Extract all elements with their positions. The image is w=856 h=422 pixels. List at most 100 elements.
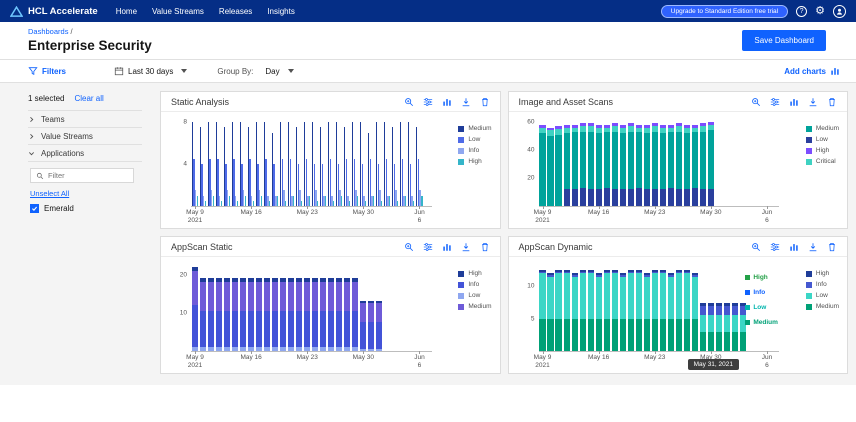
save-dashboard-button[interactable]: Save Dashboard bbox=[742, 30, 826, 51]
bar-high[interactable] bbox=[293, 196, 294, 207]
bar-low[interactable] bbox=[580, 188, 586, 206]
bar-medium[interactable] bbox=[200, 282, 206, 311]
bar-info[interactable] bbox=[612, 272, 618, 274]
bar-high[interactable] bbox=[333, 201, 334, 206]
bar-info[interactable] bbox=[604, 272, 610, 274]
bar-low[interactable] bbox=[708, 315, 714, 331]
bar-medium[interactable] bbox=[588, 319, 594, 351]
bar-low[interactable] bbox=[352, 347, 358, 351]
sidebar-section-applications[interactable]: Applications bbox=[28, 145, 142, 162]
bar-info[interactable] bbox=[240, 311, 246, 347]
bar-medium[interactable] bbox=[547, 136, 553, 206]
bar-high[interactable] bbox=[357, 196, 358, 207]
bar-low[interactable] bbox=[724, 315, 730, 331]
chart-type-icon[interactable] bbox=[789, 97, 799, 107]
bar-info[interactable] bbox=[328, 311, 334, 347]
bar-medium[interactable] bbox=[636, 319, 642, 351]
bar-critical[interactable] bbox=[572, 128, 578, 132]
bar-medium[interactable] bbox=[288, 282, 294, 311]
bar-medium[interactable] bbox=[692, 132, 698, 188]
bar-info[interactable] bbox=[304, 311, 310, 347]
bar-low[interactable] bbox=[240, 347, 246, 351]
bar-medium[interactable] bbox=[684, 319, 690, 351]
bar-info[interactable] bbox=[539, 272, 545, 274]
chart-type-icon[interactable] bbox=[442, 242, 452, 252]
bar-high[interactable] bbox=[684, 125, 690, 128]
chart-type-icon[interactable] bbox=[789, 242, 799, 252]
bar-high[interactable] bbox=[708, 303, 714, 306]
bar-low[interactable] bbox=[256, 347, 262, 351]
bar-high[interactable] bbox=[700, 303, 706, 306]
delete-icon[interactable] bbox=[480, 242, 490, 252]
bar-high[interactable] bbox=[253, 201, 254, 206]
bar-high[interactable] bbox=[360, 301, 366, 303]
download-icon[interactable] bbox=[808, 97, 818, 107]
bar-critical[interactable] bbox=[700, 126, 706, 132]
bar-info[interactable] bbox=[668, 275, 674, 277]
delete-icon[interactable] bbox=[480, 97, 490, 107]
bar-info[interactable] bbox=[296, 311, 302, 347]
bar-low[interactable] bbox=[668, 188, 674, 206]
bar-low[interactable] bbox=[224, 347, 230, 351]
breadcrumb-dashboards-link[interactable]: Dashboards bbox=[28, 27, 68, 36]
bar-medium[interactable] bbox=[644, 133, 650, 189]
bar-low[interactable] bbox=[192, 347, 198, 351]
bar-high[interactable] bbox=[620, 273, 626, 274]
bar-low[interactable] bbox=[304, 347, 310, 351]
bar-high[interactable] bbox=[636, 125, 642, 128]
bar-medium[interactable] bbox=[272, 282, 278, 311]
bar-medium[interactable] bbox=[724, 332, 730, 351]
bar-low[interactable] bbox=[612, 189, 618, 206]
filters-button[interactable]: Filters bbox=[28, 66, 66, 76]
application-checkbox-emerald[interactable]: Emerald bbox=[30, 202, 142, 215]
bar-medium[interactable] bbox=[652, 132, 658, 189]
bar-medium[interactable] bbox=[628, 319, 634, 351]
bar-critical[interactable] bbox=[660, 128, 666, 134]
bar-medium[interactable] bbox=[360, 303, 366, 322]
bar-high[interactable] bbox=[692, 125, 698, 128]
bar-high[interactable] bbox=[676, 123, 682, 126]
bar-info[interactable] bbox=[732, 306, 738, 316]
bar-low[interactable] bbox=[200, 347, 206, 351]
bar-info[interactable] bbox=[320, 311, 326, 347]
bar-critical[interactable] bbox=[596, 128, 602, 134]
bar-medium[interactable] bbox=[224, 282, 230, 311]
bar-high[interactable] bbox=[301, 201, 302, 206]
bar-high[interactable] bbox=[652, 270, 658, 271]
bar-high[interactable] bbox=[232, 278, 238, 282]
bar-info[interactable] bbox=[272, 311, 278, 347]
bar-high[interactable] bbox=[405, 196, 406, 207]
bar-high[interactable] bbox=[660, 270, 666, 271]
bar-low[interactable] bbox=[636, 188, 642, 206]
bar-low[interactable] bbox=[660, 273, 666, 318]
bar-info[interactable] bbox=[700, 306, 706, 316]
bar-info[interactable] bbox=[248, 311, 254, 347]
bar-high[interactable] bbox=[564, 125, 570, 128]
bar-high[interactable] bbox=[636, 270, 642, 271]
bar-medium[interactable] bbox=[612, 319, 618, 351]
bar-low[interactable] bbox=[368, 349, 374, 351]
bar-critical[interactable] bbox=[612, 126, 618, 132]
bar-high[interactable] bbox=[413, 201, 414, 206]
bar-high[interactable] bbox=[285, 201, 286, 206]
bar-low[interactable] bbox=[572, 189, 578, 206]
bar-high[interactable] bbox=[676, 270, 682, 271]
bar-medium[interactable] bbox=[676, 132, 682, 189]
bar-high[interactable] bbox=[539, 125, 545, 128]
bar-low[interactable] bbox=[620, 189, 626, 206]
bar-low[interactable] bbox=[660, 189, 666, 206]
bar-low[interactable] bbox=[644, 189, 650, 206]
bar-info[interactable] bbox=[547, 275, 553, 277]
bar-info[interactable] bbox=[216, 311, 222, 347]
clear-all-link[interactable]: Clear all bbox=[74, 94, 103, 103]
applications-filter-field[interactable] bbox=[30, 168, 134, 183]
bar-high[interactable] bbox=[237, 201, 238, 206]
bar-high[interactable] bbox=[328, 278, 334, 282]
bar-info[interactable] bbox=[192, 305, 198, 347]
bar-high[interactable] bbox=[373, 196, 374, 207]
bar-high[interactable] bbox=[264, 278, 270, 282]
bar-high[interactable] bbox=[317, 201, 318, 206]
bar-high[interactable] bbox=[296, 278, 302, 282]
bar-info[interactable] bbox=[588, 272, 594, 274]
bar-high[interactable] bbox=[708, 122, 714, 125]
